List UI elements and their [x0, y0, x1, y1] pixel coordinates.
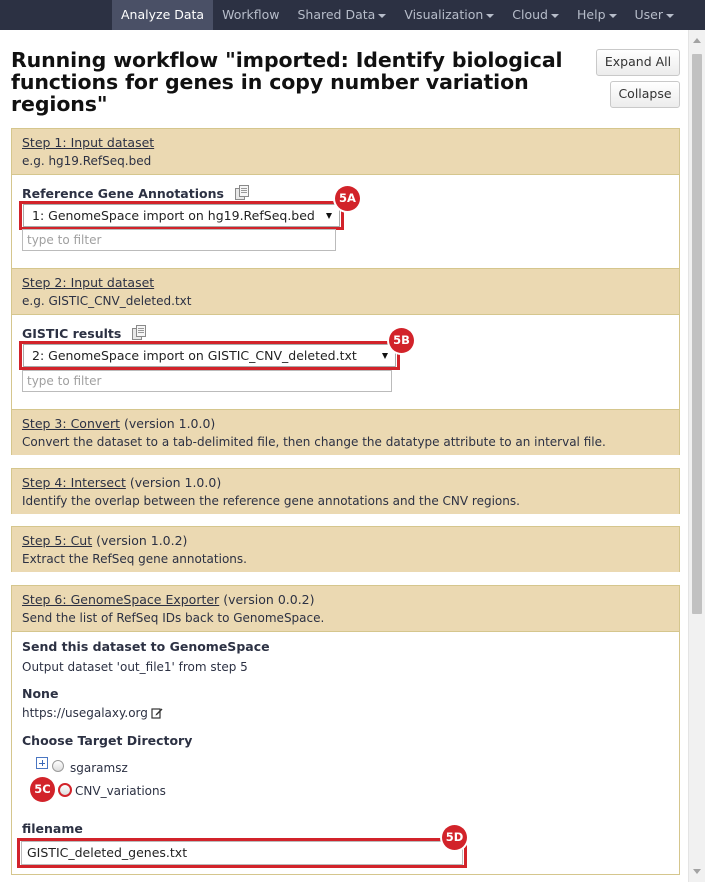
workflow-run-panel: Running workflow "imported: Identify bio… [0, 30, 688, 882]
expand-all-button[interactable]: Expand All [596, 49, 680, 76]
vertical-scrollbar[interactable] [688, 30, 705, 882]
step-4-description: Identify the overlap between the referen… [22, 494, 520, 508]
step-6-panel: Step 6: GenomeSpace Exporter (version 0.… [11, 585, 680, 875]
chevron-down-icon [486, 13, 495, 18]
nav-user[interactable]: User [626, 0, 684, 30]
nav-help[interactable]: Help [568, 0, 626, 30]
callout-badge-5a: 5A [335, 186, 360, 211]
step-4-title-link[interactable]: Step 4: Intersect [22, 475, 126, 490]
step-1-header: Step 1: Input dataset e.g. hg19.RefSeq.b… [12, 129, 679, 175]
radio-cnv-variations[interactable] [58, 783, 72, 797]
step-5-version: (version 1.0.2) [96, 533, 188, 548]
send-dataset-value: Output dataset 'out_file1' from step 5 [22, 660, 248, 674]
nav-visualization[interactable]: Visualization [395, 0, 503, 30]
scroll-up-arrow-icon[interactable] [693, 38, 701, 43]
step-2-header: Step 2: Input dataset e.g. GISTIC_CNV_de… [12, 269, 679, 315]
step-6-version: (version 0.0.2) [223, 592, 315, 607]
highlight-box-5a [19, 201, 344, 230]
step-6-title-link[interactable]: Step 6: GenomeSpace Exporter [22, 592, 219, 607]
step-2-description: e.g. GISTIC_CNV_deleted.txt [22, 294, 192, 308]
chevron-down-icon [666, 13, 674, 18]
collapse-button[interactable]: Collapse [610, 81, 680, 108]
gistic-results-label: GISTIC results [22, 326, 122, 341]
directory-child-label: CNV_variations [75, 784, 166, 798]
server-url: https://usegalaxy.org [22, 706, 163, 722]
callout-badge-5b: 5B [389, 328, 414, 353]
filename-label: filename [22, 821, 83, 836]
directory-root-label: sgaramsz [70, 761, 128, 775]
server-url-text: https://usegalaxy.org [22, 706, 148, 720]
step-1-title-link[interactable]: Step 1: Input dataset [22, 135, 154, 150]
step-5-panel: Step 5: Cut (version 1.0.2) Extract the … [11, 526, 680, 572]
highlight-box-5d [17, 838, 467, 868]
step-4-version: (version 1.0.0) [129, 475, 222, 490]
step-2-title-link[interactable]: Step 2: Input dataset [22, 275, 154, 290]
gistic-filter-input[interactable]: type to filter [22, 370, 392, 392]
expand-plus-icon[interactable] [36, 757, 48, 769]
top-navbar: Analyze Data Workflow Shared Data Visual… [0, 0, 705, 30]
nav-workflow[interactable]: Workflow [213, 0, 288, 30]
chevron-down-icon [608, 13, 617, 18]
step-3-title-link[interactable]: Step 3: Convert [22, 416, 120, 431]
step-5-title-link[interactable]: Step 5: Cut [22, 533, 92, 548]
step-6-header: Step 6: GenomeSpace Exporter (version 0.… [12, 586, 679, 632]
none-title: None [22, 686, 59, 701]
step-3-panel: Step 3: Convert (version 1.0.0) Convert … [11, 409, 680, 455]
reference-filter-input[interactable]: type to filter [22, 229, 336, 251]
step-5-description: Extract the RefSeq gene annotations. [22, 552, 247, 566]
scroll-down-arrow-icon[interactable] [693, 869, 701, 874]
step-1-description: e.g. hg19.RefSeq.bed [22, 154, 152, 168]
step-4-header: Step 4: Intersect (version 1.0.0) Identi… [12, 469, 679, 514]
callout-badge-5c: 5C [30, 777, 55, 802]
send-dataset-title: Send this dataset to GenomeSpace [22, 639, 270, 654]
scrollbar-thumb[interactable] [692, 54, 702, 614]
highlight-box-5b [19, 341, 400, 370]
choose-target-directory-title: Choose Target Directory [22, 733, 193, 748]
step-3-header: Step 3: Convert (version 1.0.0) Convert … [12, 410, 679, 455]
nav-cloud[interactable]: Cloud [503, 0, 568, 30]
step-6-description: Send the list of RefSeq IDs back to Geno… [22, 611, 325, 625]
reference-gene-annotations-label: Reference Gene Annotations [22, 186, 224, 201]
radio-sgaramsz[interactable] [52, 760, 64, 772]
page-title: Running workflow "imported: Identify bio… [11, 48, 563, 116]
step-3-description: Convert the dataset to a tab-delimited f… [22, 435, 606, 449]
chevron-down-icon [378, 13, 387, 18]
step-4-panel: Step 4: Intersect (version 1.0.0) Identi… [11, 468, 680, 514]
step-3-version: (version 1.0.0) [123, 416, 216, 431]
callout-badge-5d: 5D [442, 825, 467, 850]
chevron-down-icon [551, 13, 559, 18]
nav-shared-data[interactable]: Shared Data [288, 0, 395, 30]
nav-analyze-data[interactable]: Analyze Data [112, 0, 214, 30]
step-5-header: Step 5: Cut (version 1.0.2) Extract the … [12, 527, 679, 572]
edit-icon[interactable] [151, 707, 163, 722]
